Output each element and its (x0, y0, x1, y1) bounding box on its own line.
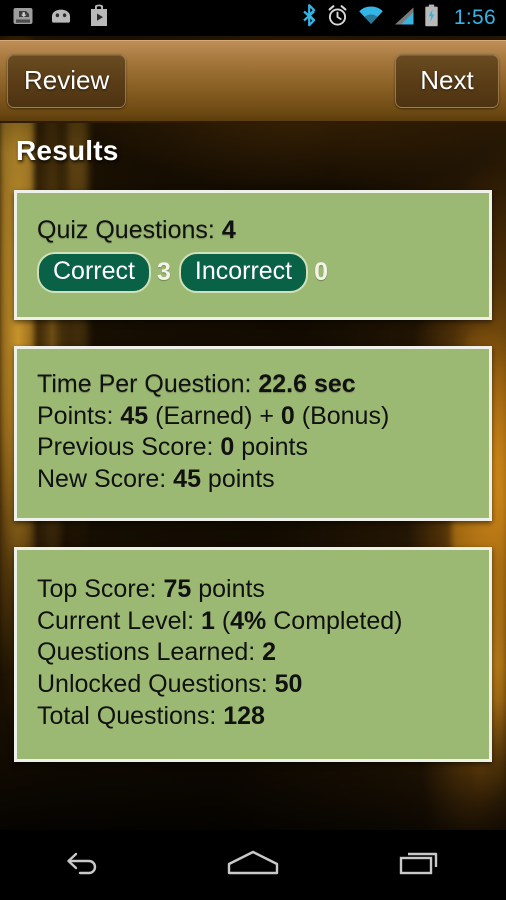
battery-charging-icon (424, 4, 439, 32)
sdcard-icon (12, 5, 34, 32)
top-score-suffix: points (191, 574, 265, 603)
android-navigation-bar (0, 830, 506, 900)
quiz-questions-line: Quiz Questions: 4 (37, 215, 471, 247)
questions-learned-value: 2 (262, 638, 277, 667)
top-score-line: Top Score: 75 points (37, 574, 471, 606)
current-level-label: Current Level: (37, 606, 201, 635)
new-score-label: New Score: (37, 465, 174, 493)
questions-learned-label: Questions Learned: (37, 638, 263, 667)
bluetooth-icon (302, 3, 317, 33)
score-card: Time Per Question: 22.6 sec Points: 45 (… (14, 345, 492, 521)
page-title: Results (16, 135, 119, 166)
back-button[interactable] (29, 834, 139, 896)
progress-card: Top Score: 75 points Current Level: 1 (4… (14, 546, 492, 762)
quiz-questions-label: Quiz Questions: (37, 216, 215, 244)
home-button[interactable] (198, 834, 308, 896)
points-line: Points: 45 (Earned) + 0 (Bonus) (37, 401, 471, 433)
wifi-icon (358, 5, 384, 31)
points-bonus-suffix: (Bonus) (294, 401, 390, 430)
unlocked-questions-line: Unlocked Questions: 50 (37, 669, 471, 701)
questions-learned-line: Questions Learned: 2 (37, 637, 471, 669)
previous-score-label: Previous Score: (37, 433, 221, 462)
previous-score-value: 0 (220, 433, 235, 462)
results-card-list: Quiz Questions: 4 Correct 3 Incorrect 0 … (0, 190, 506, 788)
action-bar: Review Next (0, 40, 506, 123)
total-questions-line: Total Questions: 128 (37, 701, 471, 733)
points-bonus-value: 0 (280, 401, 295, 430)
incorrect-count: 0 (314, 257, 329, 286)
points-earned-suffix: (Earned) + (148, 401, 281, 430)
quiz-questions-value: 4 (221, 216, 236, 244)
current-level-line: Current Level: 1 (4% Completed) (37, 606, 471, 638)
quiz-summary-card: Quiz Questions: 4 Correct 3 Incorrect 0 (14, 190, 492, 320)
new-score-value: 45 (173, 465, 201, 493)
correctness-badge-row: Correct 3 Incorrect 0 (37, 251, 471, 293)
time-per-question-label: Time Per Question: (37, 369, 259, 398)
current-level-value: 1 (200, 606, 215, 635)
unlocked-questions-value: 50 (274, 670, 303, 698)
cell-signal-icon (393, 6, 415, 31)
correct-badge: Correct (37, 251, 151, 293)
recents-icon (397, 848, 447, 883)
android-robot-icon (48, 6, 74, 31)
status-bar-clock: 1:56 (453, 6, 496, 29)
phone-screen: 1:56 Review Next Results Quiz Questions:… (0, 0, 506, 900)
points-label: Points: (37, 401, 121, 430)
time-per-question-value: 22.6 sec (258, 369, 356, 398)
points-earned-value: 45 (120, 401, 149, 430)
back-icon (62, 848, 106, 883)
completion-percent-suffix: Completed) (266, 606, 403, 635)
next-button[interactable]: Next (395, 54, 499, 108)
total-questions-value: 128 (223, 701, 265, 730)
completion-percent-value: 4% (230, 606, 267, 635)
status-bar-right-icons: 1:56 (302, 3, 496, 33)
previous-score-line: Previous Score: 0 points (37, 432, 471, 464)
current-level-suffix: ( (214, 606, 231, 635)
correct-count: 3 (156, 257, 171, 286)
top-score-label: Top Score: (37, 574, 164, 603)
play-store-icon (88, 4, 110, 33)
new-score-line: New Score: 45 points (37, 464, 471, 496)
recents-button[interactable] (367, 834, 477, 896)
previous-score-suffix: points (234, 433, 308, 462)
status-bar-left-icons (12, 4, 110, 33)
status-bar: 1:56 (0, 0, 506, 36)
unlocked-questions-label: Unlocked Questions: (37, 670, 275, 698)
alarm-clock-icon (326, 4, 349, 32)
incorrect-badge: Incorrect (178, 251, 309, 293)
review-button[interactable]: Review (7, 54, 127, 108)
top-score-value: 75 (163, 574, 192, 603)
time-per-question-line: Time Per Question: 22.6 sec (37, 369, 471, 401)
new-score-suffix: points (200, 465, 275, 493)
total-questions-label: Total Questions: (37, 701, 224, 730)
home-icon (224, 848, 282, 883)
